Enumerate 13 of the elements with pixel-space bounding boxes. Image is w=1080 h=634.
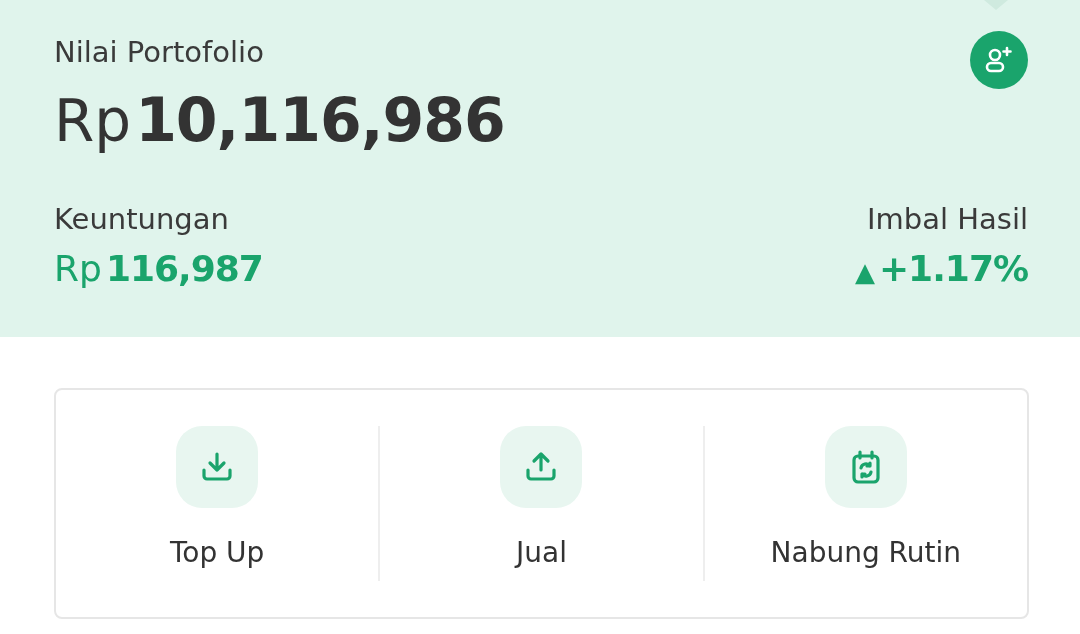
up-arrow-icon: ▲: [854, 244, 875, 300]
portfolio-value: 10,116,986: [135, 84, 505, 157]
add-user-button[interactable]: [970, 31, 1028, 89]
return-value: +1.17%: [878, 247, 1028, 291]
return-label: Imbal Hasil: [866, 201, 1028, 238]
profit-label: Keuntungan: [54, 201, 230, 238]
action-button[interactable]: Top Up: [56, 426, 379, 617]
currency-label: Rp: [54, 247, 102, 291]
profit-value: 116,987: [105, 247, 263, 291]
portfolio-label: Nilai Portofolio: [54, 34, 265, 71]
currency-label: Rp: [54, 86, 132, 157]
action-button[interactable]: Nabung Rutin: [704, 426, 1027, 617]
action-button[interactable]: Jual: [380, 426, 703, 617]
